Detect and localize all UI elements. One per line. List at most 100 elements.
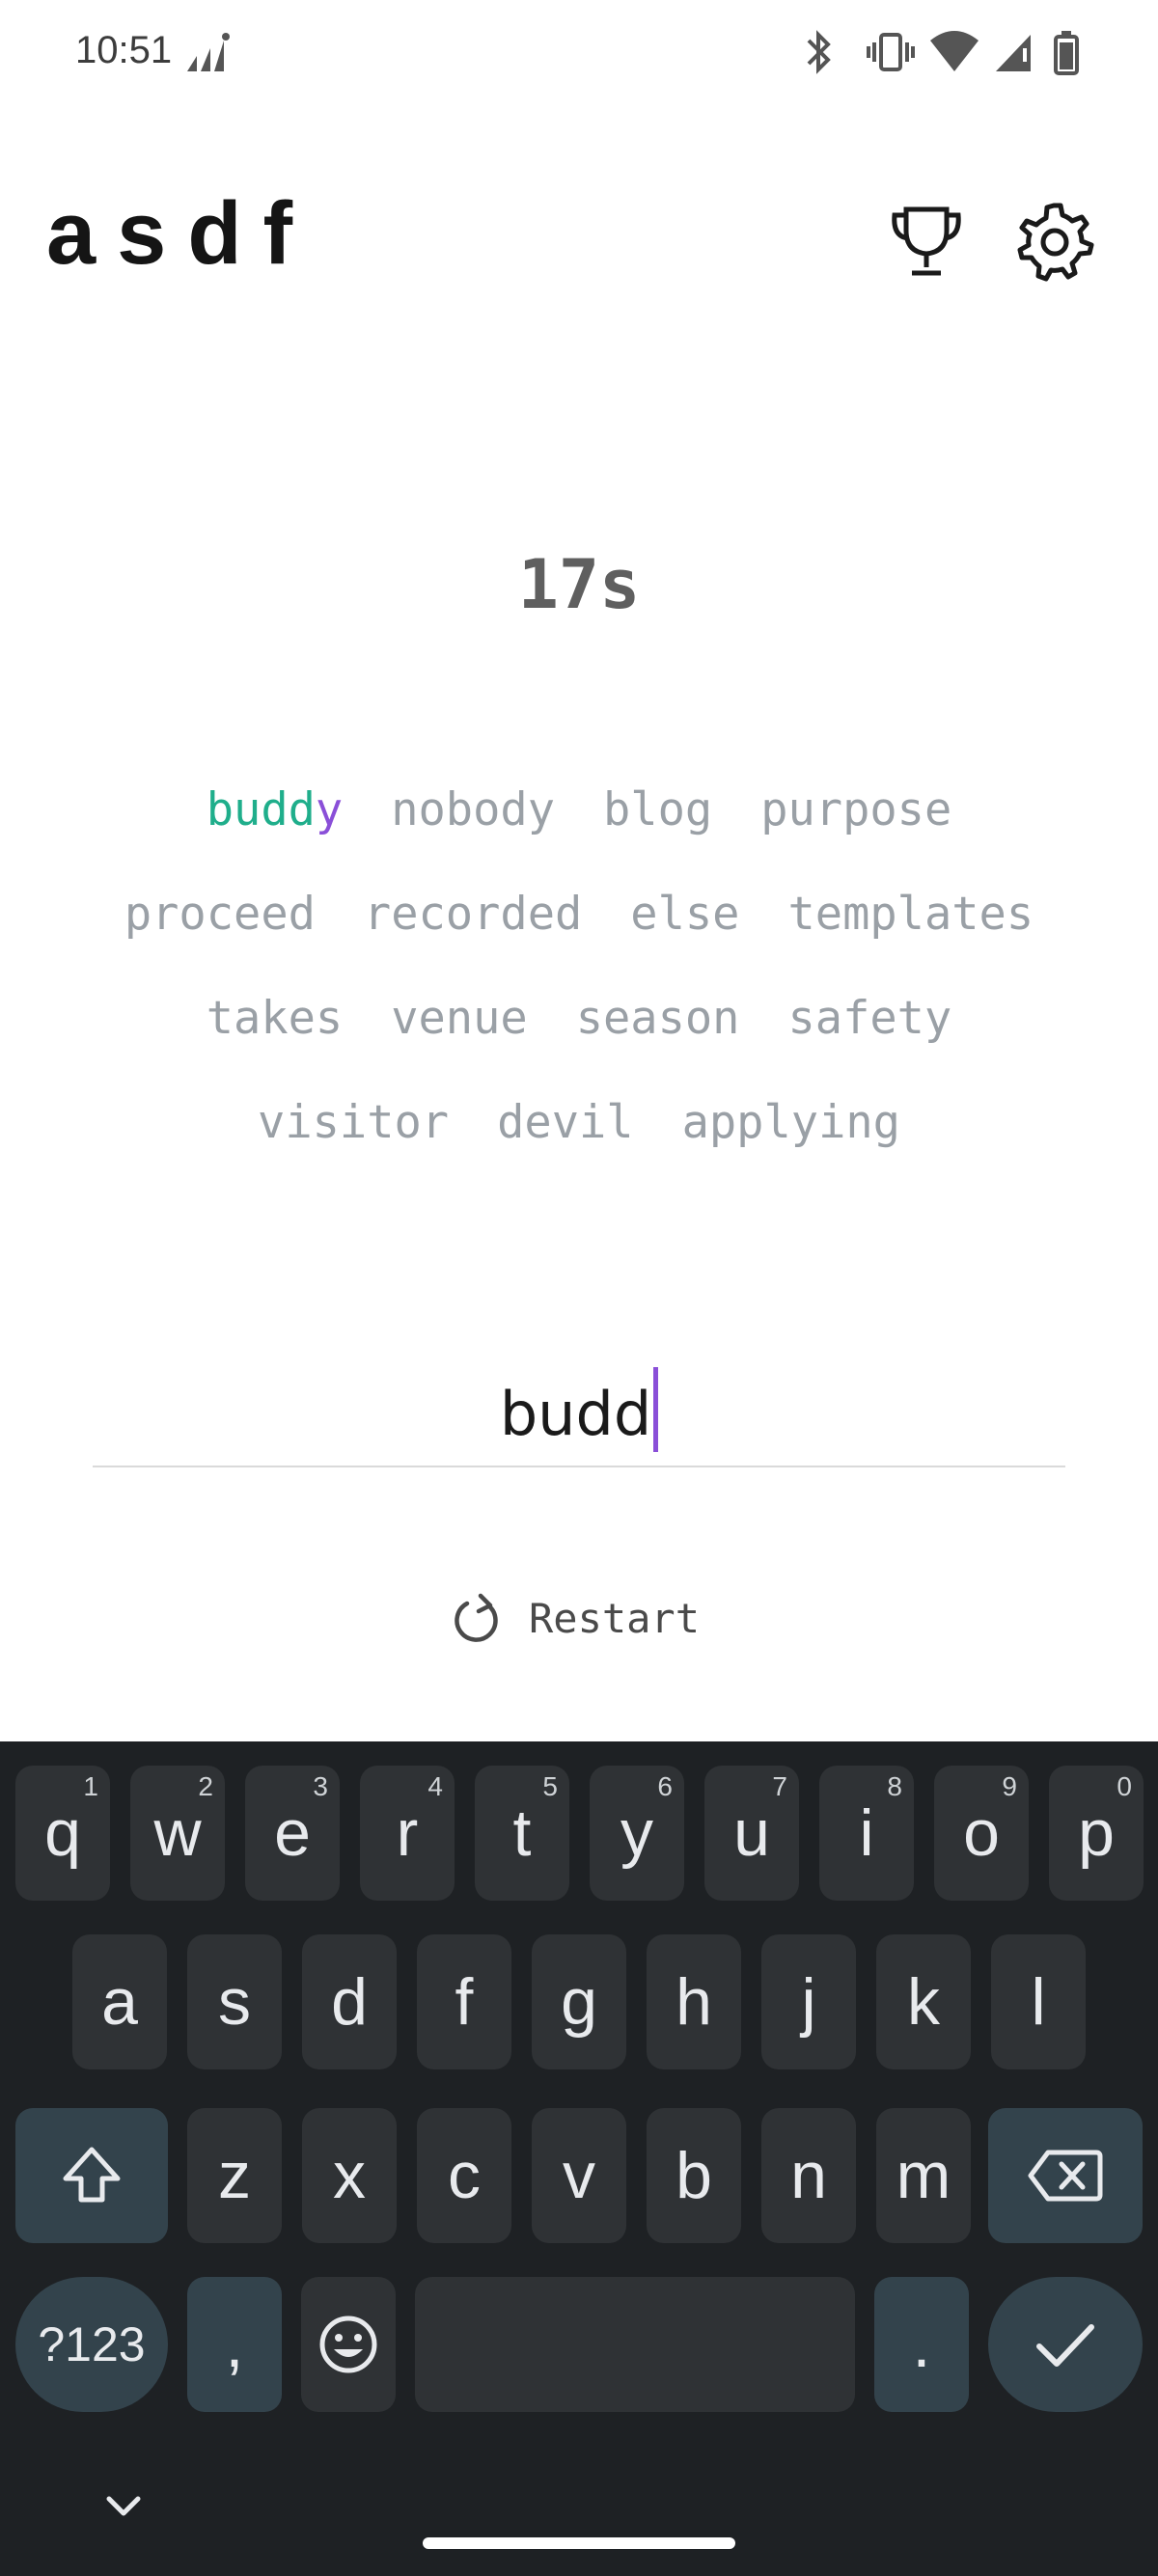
key-number-hint: 8 (887, 1771, 902, 1801)
typing-input-value: budd (500, 1367, 659, 1452)
emoji-icon (319, 2316, 377, 2373)
word: blog (603, 783, 713, 836)
key-label: t (512, 1796, 532, 1870)
key-i[interactable]: i8 (819, 1766, 914, 1901)
gesture-nav-handle[interactable] (423, 2537, 735, 2549)
key-label: f (455, 1965, 474, 2039)
key-label: c (448, 2139, 481, 2212)
trophy-icon (892, 206, 961, 276)
key-label: y (620, 1796, 653, 1870)
current-word-typed: budd (206, 783, 316, 836)
key-label: a (101, 1965, 138, 2039)
key-label: z (218, 2139, 251, 2212)
key-label: q (44, 1796, 81, 1870)
key-label: x (333, 2139, 366, 2212)
key-o[interactable]: o9 (934, 1766, 1029, 1901)
word-line: visitor devil applying (77, 1096, 1081, 1200)
key-z[interactable]: z (187, 2108, 282, 2243)
key-s[interactable]: s (187, 1934, 282, 2069)
symbols-key[interactable]: ?123 (15, 2277, 168, 2412)
status-bar: 10:51 (0, 0, 1158, 106)
space-key[interactable] (415, 2277, 855, 2412)
bluetooth-icon (807, 30, 831, 74)
word-line: buddy nobody blog purpose (77, 783, 1081, 888)
text-cursor (653, 1367, 659, 1452)
key-label: i (859, 1796, 874, 1870)
on-screen-keyboard: q1w2e3r4t5y6u7i8o9p0 asdfghjkl zxcvbnm ?… (0, 1741, 1158, 2576)
emoji-key[interactable] (301, 2277, 396, 2412)
battery-icon (1054, 31, 1079, 75)
restart-icon (455, 1593, 498, 1642)
typing-input[interactable]: budd (93, 1346, 1065, 1467)
key-label: w (153, 1796, 202, 1870)
key-b[interactable]: b (647, 2108, 741, 2243)
restart-button[interactable]: Restart (454, 1587, 700, 1650)
key-t[interactable]: t5 (475, 1766, 569, 1901)
key-j[interactable]: j (761, 1934, 856, 2069)
shift-key[interactable] (15, 2108, 168, 2243)
key-label: b (676, 2139, 712, 2212)
key-number-hint: 3 (313, 1771, 328, 1801)
key-w[interactable]: w2 (130, 1766, 225, 1901)
key-n[interactable]: n (761, 2108, 856, 2243)
word: else (630, 888, 740, 941)
key-d[interactable]: d (302, 1934, 397, 2069)
comma-key-label: , (225, 2308, 244, 2381)
key-c[interactable]: c (417, 2108, 511, 2243)
wifi-icon (930, 31, 979, 71)
key-u[interactable]: u7 (704, 1766, 799, 1901)
leaderboard-button[interactable] (883, 198, 970, 285)
word: proceed (124, 888, 316, 941)
signal-activity-icon (187, 33, 230, 71)
key-label: h (676, 1965, 712, 2039)
word: venue (391, 992, 528, 1045)
key-label: e (274, 1796, 311, 1870)
backspace-icon (1028, 2150, 1103, 2202)
word: safety (787, 992, 952, 1045)
key-k[interactable]: k (876, 1934, 971, 2069)
key-label: j (801, 1965, 816, 2039)
key-r[interactable]: r4 (360, 1766, 455, 1901)
period-key[interactable]: . (874, 2277, 969, 2412)
key-label: v (563, 2139, 595, 2212)
key-number-hint: 7 (772, 1771, 787, 1801)
key-q[interactable]: q1 (15, 1766, 110, 1901)
cell-signal-icon (996, 35, 1031, 71)
key-number-hint: 6 (657, 1771, 673, 1801)
key-label: g (561, 1965, 597, 2039)
period-key-label: . (912, 2308, 931, 2381)
key-label: r (396, 1796, 419, 1870)
key-e[interactable]: e3 (245, 1766, 340, 1901)
current-word: buddy (207, 783, 343, 836)
word: takes (206, 992, 344, 1045)
word: templates (787, 888, 1034, 941)
key-label: s (218, 1965, 251, 2039)
chevron-down-icon[interactable] (101, 2489, 146, 2522)
word: purpose (760, 783, 952, 836)
key-g[interactable]: g (532, 1934, 626, 2069)
backspace-key[interactable] (988, 2108, 1143, 2243)
key-x[interactable]: x (302, 2108, 397, 2243)
current-word-next-char: y (315, 783, 344, 836)
key-number-hint: 2 (198, 1771, 213, 1801)
word-list: buddy nobody blog purpose proceed record… (77, 783, 1081, 1200)
settings-button[interactable] (1010, 198, 1097, 285)
key-l[interactable]: l (991, 1934, 1086, 2069)
key-number-hint: 1 (83, 1771, 98, 1801)
key-p[interactable]: p0 (1049, 1766, 1144, 1901)
key-label: d (331, 1965, 368, 2039)
key-label: n (790, 2139, 827, 2212)
enter-key[interactable] (988, 2277, 1143, 2412)
key-h[interactable]: h (647, 1934, 741, 2069)
key-v[interactable]: v (532, 2108, 626, 2243)
key-m[interactable]: m (876, 2108, 971, 2243)
key-y[interactable]: y6 (590, 1766, 684, 1901)
key-a[interactable]: a (72, 1934, 167, 2069)
key-label: p (1078, 1796, 1115, 1870)
word: recorded (363, 888, 583, 941)
timer-display: 17s (517, 545, 641, 624)
key-f[interactable]: f (417, 1934, 511, 2069)
key-number-hint: 0 (1117, 1771, 1132, 1801)
key-number-hint: 5 (542, 1771, 558, 1801)
comma-key[interactable]: , (187, 2277, 282, 2412)
